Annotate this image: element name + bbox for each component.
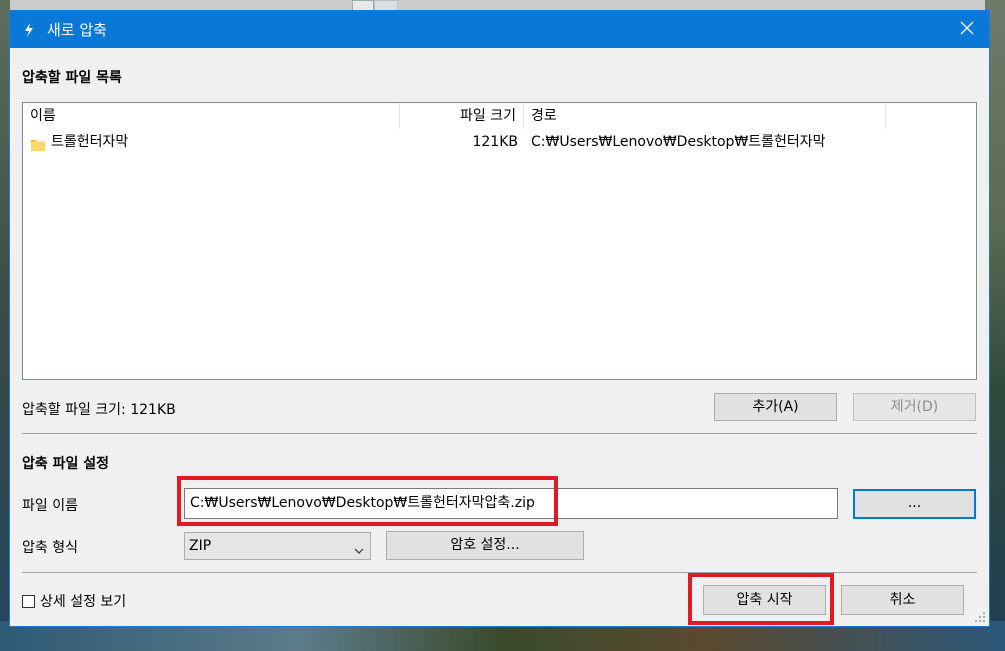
resize-grip-icon[interactable] — [974, 611, 986, 623]
remove-button[interactable]: 제거(D) — [853, 393, 976, 421]
total-size-text: 압축할 파일 크기: 121KB — [22, 402, 176, 418]
row-name: 트롤헌터자막 — [51, 134, 129, 150]
format-select[interactable]: ZIP — [184, 532, 371, 560]
column-separator[interactable] — [885, 103, 886, 129]
add-button[interactable]: 추가(A) — [714, 393, 837, 421]
details-checkbox-wrap[interactable]: 상세 설정 보기 — [22, 591, 126, 611]
section-divider — [22, 433, 977, 434]
close-button[interactable] — [945, 11, 989, 48]
file-list[interactable]: 이름 파일 크기 경로 트롤헌터자막 121KB C:₩Users₩Lenovo… — [22, 102, 977, 380]
app-bolt-icon — [21, 22, 37, 38]
row-path: C:₩Users₩Lenovo₩Desktop₩트롤헌터자막 — [531, 134, 826, 150]
column-header-path[interactable]: 경로 — [531, 103, 881, 129]
password-settings-button[interactable]: 암호 설정... — [386, 531, 584, 560]
format-label: 압축 형식 — [22, 540, 78, 556]
details-checkbox-label: 상세 설정 보기 — [40, 594, 127, 610]
file-list-header: 이름 파일 크기 경로 — [23, 103, 976, 130]
chevron-down-icon — [353, 540, 365, 554]
folder-icon — [31, 135, 45, 151]
file-list-heading: 압축할 파일 목록 — [22, 70, 122, 86]
details-checkbox[interactable] — [22, 594, 35, 608]
format-select-value: ZIP — [189, 538, 212, 554]
start-button-highlight-box — [688, 573, 834, 625]
filename-highlight-box — [177, 476, 558, 526]
browse-button[interactable]: ... — [853, 489, 976, 519]
new-archive-dialog: 새로 압축 압축할 파일 목록 이름 파일 크기 경로 트롤헌터자막 121KB… — [9, 10, 990, 627]
column-header-name[interactable]: 이름 — [30, 103, 390, 129]
window-title: 새로 압축 — [47, 21, 107, 39]
cancel-button[interactable]: 취소 — [841, 585, 964, 615]
file-list-row[interactable]: 트롤헌터자막 121KB C:₩Users₩Lenovo₩Desktop₩트롤헌… — [23, 130, 976, 154]
settings-heading: 압축 파일 설정 — [22, 456, 110, 472]
title-bar[interactable]: 새로 압축 — [10, 11, 989, 48]
filename-label: 파일 이름 — [22, 498, 78, 514]
column-header-size[interactable]: 파일 크기 — [400, 103, 519, 129]
column-separator[interactable] — [523, 103, 524, 129]
row-size: 121KB — [472, 134, 518, 150]
close-icon — [960, 21, 974, 39]
